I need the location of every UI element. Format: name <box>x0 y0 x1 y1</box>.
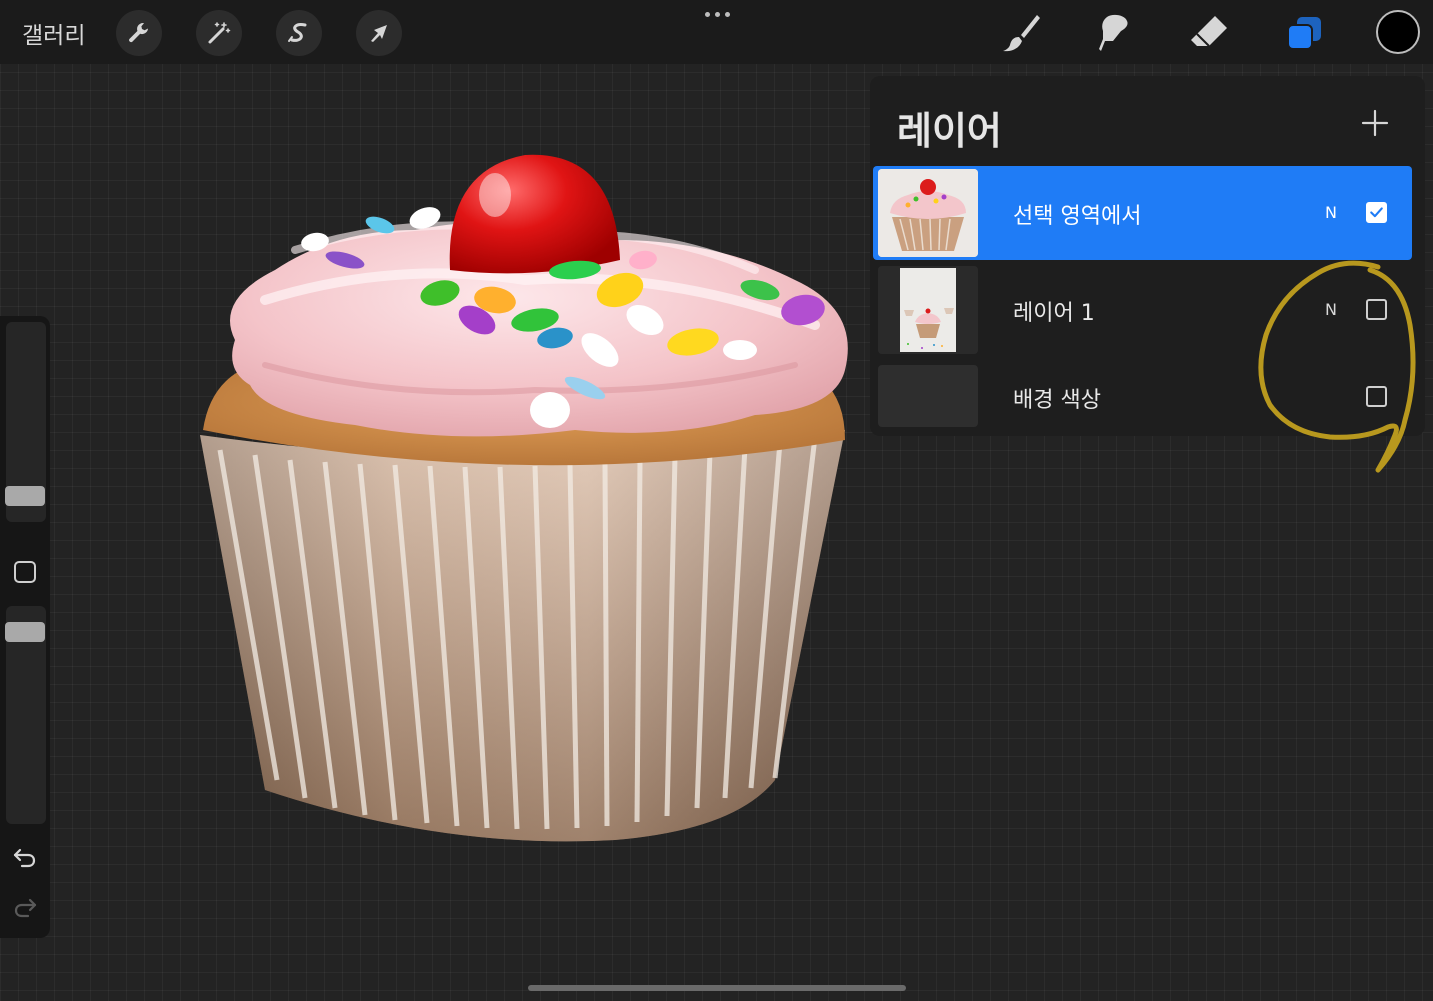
opacity-handle[interactable] <box>5 622 45 642</box>
eraser-button[interactable] <box>1186 10 1232 56</box>
layers-panel-title: 레이어 <box>897 109 1002 153</box>
layer-visibility-checkbox[interactable] <box>1366 202 1387 223</box>
layer-thumbnail <box>878 266 978 354</box>
layer-name[interactable]: 레이어 1 <box>1013 295 1095 327</box>
blend-mode-button[interactable]: N <box>1325 203 1337 222</box>
layer-thumbnail <box>878 365 978 427</box>
layers-button[interactable] <box>1281 10 1327 56</box>
checkmark-icon <box>1370 207 1383 218</box>
layer-row[interactable]: 레이어 1 N <box>873 266 1412 354</box>
adjustments-button[interactable] <box>196 10 242 56</box>
top-toolbar: 갤러리 <box>0 0 1433 64</box>
undo-icon[interactable] <box>12 844 38 870</box>
redo-icon[interactable] <box>12 894 38 920</box>
dot-icon <box>714 11 720 17</box>
transform-button[interactable] <box>356 10 402 56</box>
layer-name[interactable]: 선택 영역에서 <box>1013 198 1141 230</box>
brush-size-handle[interactable] <box>5 486 45 506</box>
dot-icon <box>704 11 710 17</box>
actions-button[interactable] <box>116 10 162 56</box>
color-picker-button[interactable] <box>1376 10 1420 54</box>
selection-s-icon <box>288 23 307 42</box>
layer-thumbnail <box>878 169 978 257</box>
magic-wand-icon <box>208 22 231 44</box>
left-sidebar <box>0 316 50 938</box>
smudge-icon <box>1099 14 1128 51</box>
more-options-button[interactable] <box>700 6 734 22</box>
home-indicator[interactable] <box>528 985 906 991</box>
layer-visibility-checkbox[interactable] <box>1366 299 1387 320</box>
dot-icon <box>724 11 730 17</box>
wrench-icon <box>129 23 148 43</box>
arrow-cursor-icon <box>371 25 387 42</box>
eraser-icon <box>1191 16 1227 47</box>
brush-button[interactable] <box>998 10 1044 56</box>
canvas-artwork[interactable] <box>195 150 860 850</box>
gallery-button[interactable]: 갤러리 <box>22 16 85 50</box>
layer-visibility-checkbox[interactable] <box>1366 386 1387 407</box>
modify-button[interactable] <box>14 561 36 583</box>
selection-button[interactable] <box>276 10 322 56</box>
layers-panel: 레이어 선택 영역에서 N 레이어 1 N 배경 색상 <box>870 76 1425 436</box>
layer-row[interactable]: 선택 영역에서 N <box>873 166 1412 260</box>
layer-row[interactable]: 배경 색상 <box>873 362 1412 428</box>
add-layer-icon[interactable] <box>1360 108 1390 138</box>
blend-mode-button[interactable]: N <box>1325 300 1337 319</box>
layers-icon <box>1287 17 1321 50</box>
layer-name[interactable]: 배경 색상 <box>1013 382 1101 414</box>
brush-icon <box>1003 15 1040 52</box>
smudge-button[interactable] <box>1092 10 1138 56</box>
